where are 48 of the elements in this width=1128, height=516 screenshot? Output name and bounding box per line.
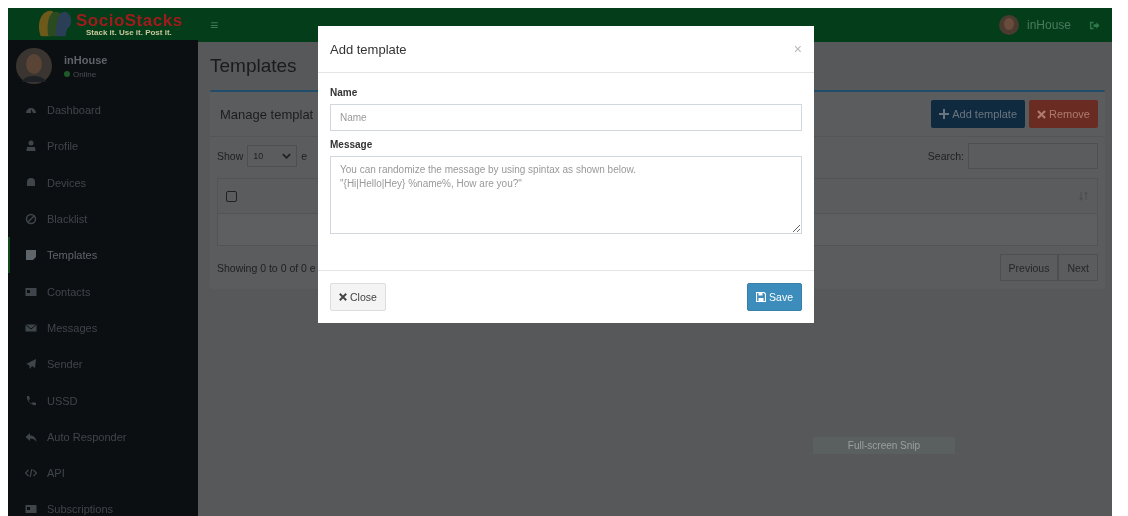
sidebar-item[interactable]: Dashboard [8, 92, 198, 129]
brand-name: SocioStacks [76, 11, 183, 29]
x-icon [339, 293, 347, 301]
sidebar-item[interactable]: Auto Responder [8, 418, 198, 455]
show-label: Show [217, 150, 244, 162]
page-title: Templates [210, 54, 298, 78]
sidebar-item[interactable]: Templates [8, 237, 198, 274]
reply-arrow-icon [25, 430, 37, 443]
sidebar-item[interactable]: USSD [8, 382, 198, 419]
ban-icon [25, 213, 37, 226]
card-title: Manage templat [220, 106, 314, 122]
id-card-icon [25, 285, 37, 298]
x-icon [1037, 109, 1047, 119]
phone-icon [25, 394, 37, 407]
sidebar-item[interactable]: Blacklist [8, 200, 198, 238]
menu-toggle[interactable]: ≡ [210, 17, 219, 33]
note-icon [25, 249, 37, 262]
sidebar-item[interactable]: API [8, 454, 198, 492]
person-icon [25, 140, 37, 153]
entries-label: e [301, 150, 308, 162]
avatar-icon [998, 15, 1019, 35]
paper-plane-icon [25, 358, 37, 371]
close-button[interactable]: × [793, 41, 802, 57]
plus-icon [939, 109, 950, 119]
robot-icon [25, 176, 37, 189]
save-button[interactable]: Save [747, 283, 802, 311]
remove-button[interactable]: Remove [1029, 100, 1098, 128]
sidebar-item[interactable]: Profile [8, 128, 198, 165]
envelope-icon [25, 321, 37, 334]
field-label: Name [330, 87, 359, 98]
brand-logo[interactable]: SocioStacks Stack it. Use it. Post it. [8, 8, 198, 40]
code-icon [25, 467, 37, 480]
chevron-down-icon [282, 153, 292, 159]
user-menu[interactable]: inHouse [1026, 18, 1071, 32]
name-field[interactable]: Name [330, 104, 802, 131]
add-button[interactable]: Add template [931, 100, 1026, 128]
close-button[interactable]: Close [330, 283, 386, 311]
brand-tagline: Stack it. Use it. Post it. [86, 28, 173, 37]
user-name: inHouse [64, 53, 108, 66]
field-label: Message [330, 139, 374, 150]
sidebar-item[interactable]: Messages [8, 309, 198, 347]
avatar-icon [16, 48, 52, 84]
snip-tooltip: Full-screen Snip [813, 437, 955, 454]
search-label: Search: [927, 150, 964, 162]
sign-out-icon[interactable] [1089, 19, 1100, 31]
message-field[interactable]: You can randomize the message by using spintax as shown below. "{Hi|Hello|Hey} %name%, How are you?" [330, 156, 802, 234]
modal-title: Add template [330, 41, 407, 57]
select-all-checkbox[interactable] [226, 190, 237, 202]
